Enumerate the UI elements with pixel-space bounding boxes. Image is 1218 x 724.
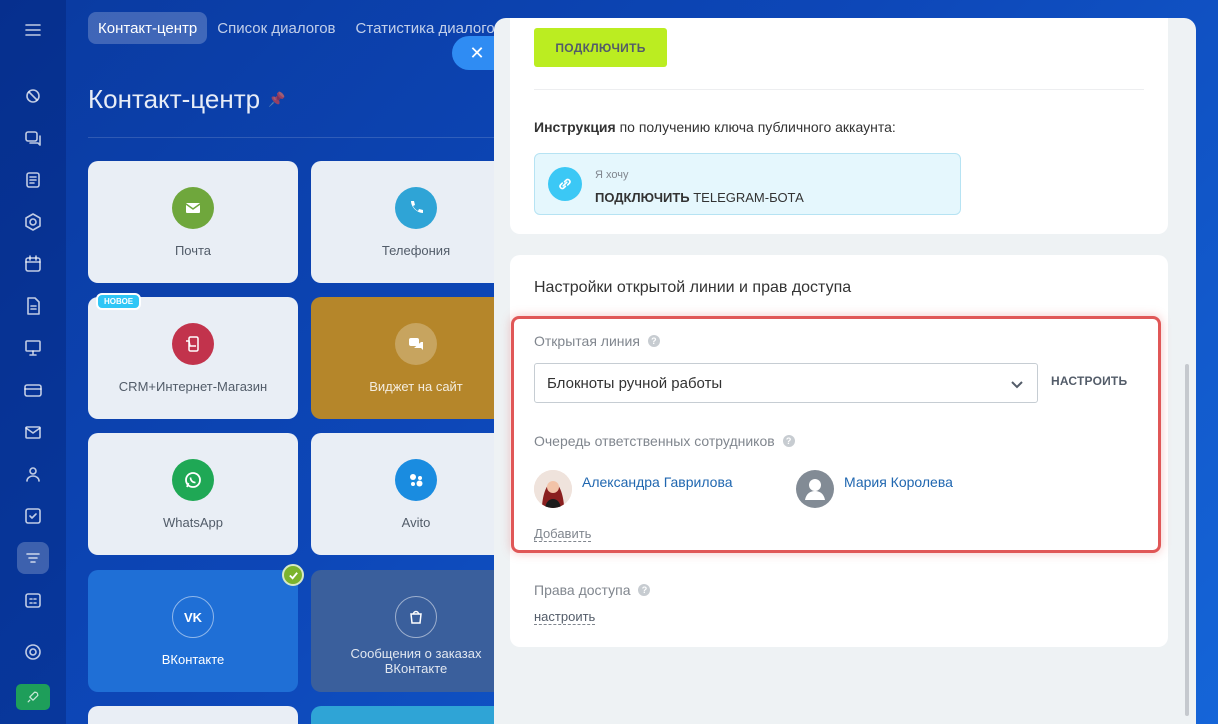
schedule-icon[interactable] <box>17 584 49 616</box>
instruction-text: Инструкция по получению ключа публичного… <box>534 119 896 135</box>
avito-icon <box>395 459 437 501</box>
hint-main-text: ПОДКЛЮЧИТЬ TELEGRAM-БОТА <box>595 190 804 205</box>
chat-icon <box>395 323 437 365</box>
tasks-icon[interactable] <box>17 164 49 196</box>
connected-check-icon <box>282 564 304 586</box>
menu-icon[interactable] <box>17 14 49 46</box>
queue-user[interactable]: Александра Гаврилова <box>534 470 733 508</box>
chat-icon[interactable] <box>17 122 49 154</box>
tile-telephony[interactable]: Телефония <box>311 161 521 283</box>
user-name[interactable]: Александра Гаврилова <box>582 474 733 490</box>
pin-icon[interactable]: 📌 <box>268 91 285 108</box>
tile-label: CRM+Интернет-Магазин <box>118 379 268 394</box>
tile-mail[interactable]: Почта <box>88 161 298 283</box>
connect-button[interactable]: ПОДКЛЮЧИТЬ <box>534 28 667 67</box>
contact-center-icon[interactable] <box>17 542 49 574</box>
mail-icon[interactable] <box>17 416 49 448</box>
user-name[interactable]: Мария Королева <box>844 474 953 490</box>
open-line-settings-card: Настройки открытой линии и прав доступа … <box>510 255 1168 647</box>
document-icon[interactable] <box>17 290 49 322</box>
shop-icon <box>172 323 214 365</box>
tile-label: Сообщения о заказах ВКонтакте <box>350 646 482 676</box>
card-icon[interactable] <box>17 374 49 406</box>
tile-label: WhatsApp <box>163 515 223 530</box>
connect-telegram-hint[interactable]: Я хочу ПОДКЛЮЧИТЬ TELEGRAM-БОТА <box>534 153 961 215</box>
tile-label: Виджет на сайт <box>369 379 463 394</box>
help-icon[interactable]: ? <box>647 335 660 347</box>
hexagon-icon[interactable] <box>17 206 49 238</box>
add-user-link[interactable]: Добавить <box>534 527 592 542</box>
tile-label: Телефония <box>381 243 451 258</box>
left-sidebar <box>0 0 66 724</box>
settings-icon[interactable] <box>17 636 49 668</box>
page-title-text: Контакт-центр <box>88 84 261 114</box>
close-icon: ✕ <box>469 42 485 63</box>
tile-crm-shop[interactable]: НОВОЕ CRM+Интернет-Магазин <box>88 293 298 419</box>
configure-button[interactable]: НАСТРОИТЬ <box>1051 374 1127 388</box>
tab-dialogs[interactable]: Список диалогов <box>207 12 345 44</box>
open-line-label: Открытая линия ? <box>534 333 660 349</box>
help-icon[interactable]: ? <box>782 435 795 447</box>
access-configure-link[interactable]: настроить <box>534 610 596 625</box>
tile-avito[interactable]: Avito <box>311 433 521 555</box>
tile-label: Почта <box>174 243 212 258</box>
instruction-bold[interactable]: Инструкция <box>534 119 616 135</box>
phone-icon <box>395 187 437 229</box>
feed-icon[interactable] <box>17 80 49 112</box>
instruction-rest: по получению ключа публичного аккаунта: <box>615 119 896 135</box>
queue-label-text: Очередь ответственных сотрудников <box>534 433 775 449</box>
access-rights-label: Права доступа ? <box>534 582 651 598</box>
open-line-value: Блокноты ручной работы <box>547 374 723 392</box>
tab-contact-center[interactable]: Контакт-центр <box>88 12 208 44</box>
hint-bold: ПОДКЛЮЧИТЬ <box>595 190 690 205</box>
tile-vk-orders[interactable]: Сообщения о заказах ВКонтакте <box>311 570 521 692</box>
rocket-icon[interactable] <box>16 684 50 710</box>
settings-title: Настройки открытой линии и прав доступа <box>534 279 852 296</box>
tile-whatsapp[interactable]: WhatsApp <box>88 433 298 555</box>
avatar <box>796 470 834 508</box>
contacts-icon[interactable] <box>17 458 49 490</box>
page-title: Контакт-центр 📌 <box>88 84 286 115</box>
tile-partial[interactable] <box>88 706 298 724</box>
hint-rest: TELEGRAM-БОТА <box>689 190 804 205</box>
queue-label: Очередь ответственных сотрудников ? <box>534 433 795 449</box>
tile-partial[interactable] <box>311 706 521 724</box>
divider <box>534 89 1144 90</box>
tile-vk[interactable]: VK ВКонтакте <box>88 564 304 692</box>
tile-label: Avito <box>401 515 431 530</box>
mail-icon <box>172 187 214 229</box>
scrollbar[interactable] <box>1185 364 1189 716</box>
vk-shop-icon <box>395 596 437 638</box>
help-icon[interactable]: ? <box>638 584 651 596</box>
access-label-text: Права доступа <box>534 582 631 598</box>
new-badge: НОВОЕ <box>96 293 142 310</box>
link-icon <box>548 167 582 201</box>
queue-user[interactable]: Мария Королева <box>796 470 953 508</box>
hint-small-text: Я хочу <box>595 169 629 181</box>
vk-icon: VK <box>172 596 214 638</box>
settings-panel: ПОДКЛЮЧИТЬ Инструкция по получению ключа… <box>494 18 1196 724</box>
calendar-icon[interactable] <box>17 248 49 280</box>
avatar <box>534 470 572 508</box>
checkbox-icon[interactable] <box>17 500 49 532</box>
whatsapp-icon <box>172 459 214 501</box>
open-line-select[interactable]: Блокноты ручной работы <box>534 363 1038 403</box>
title-divider <box>88 137 508 138</box>
top-navigation: Контакт-центр Список диалогов Статистика… <box>88 12 513 44</box>
tile-label: ВКонтакте <box>161 652 225 667</box>
presentation-icon[interactable] <box>17 332 49 364</box>
chevron-down-icon <box>1011 381 1023 389</box>
connect-card: ПОДКЛЮЧИТЬ Инструкция по получению ключа… <box>510 18 1168 234</box>
tile-widget[interactable]: Виджет на сайт <box>311 297 521 419</box>
open-line-label-text: Открытая линия <box>534 333 640 349</box>
